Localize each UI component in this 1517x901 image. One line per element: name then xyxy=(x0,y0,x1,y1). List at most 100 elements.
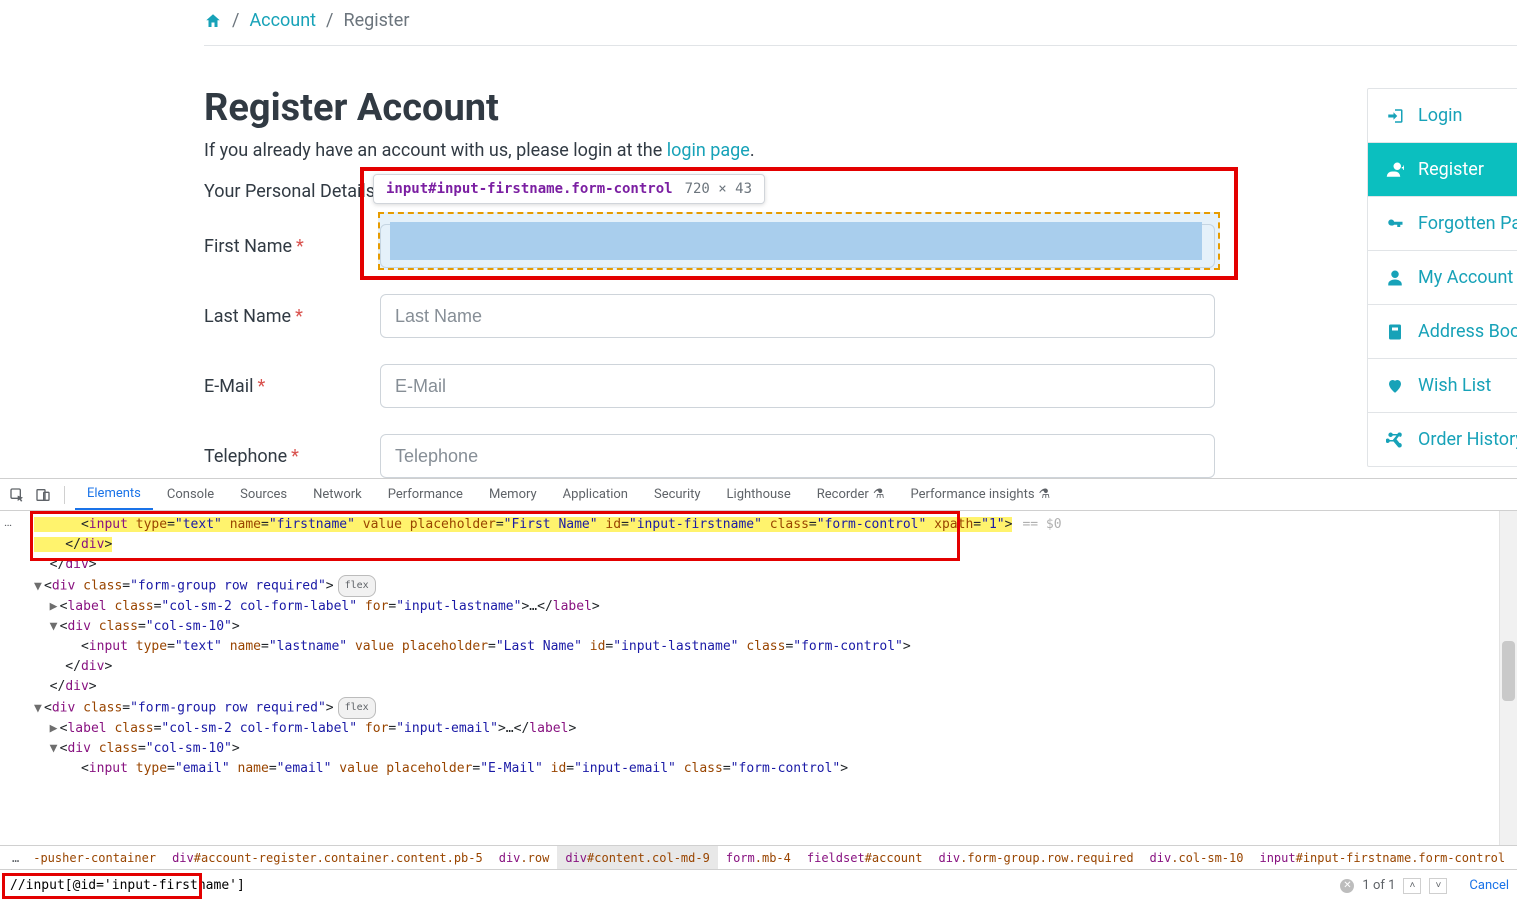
tab-application[interactable]: Application xyxy=(551,479,640,510)
sidebar-item-orderhistory[interactable]: Order History xyxy=(1368,413,1517,466)
devtools-toolbar: Elements Console Sources Network Perform… xyxy=(0,479,1517,511)
crumb-3[interactable]: div#content.col-md-9 xyxy=(557,846,718,869)
crumb-0[interactable]: -pusher-container xyxy=(25,846,164,869)
breadcrumb-register: Register xyxy=(343,10,409,31)
login-page-link[interactable]: login page xyxy=(667,140,750,161)
elements-search-bar: ✕ 1 of 1 ˄ ˅ Cancel xyxy=(0,869,1517,901)
label-lastname: Last Name* xyxy=(204,306,380,327)
tab-perf-insights-label: Performance insights xyxy=(910,487,1034,502)
label-telephone: Telephone* xyxy=(204,446,380,467)
tab-performance[interactable]: Performance xyxy=(376,479,475,510)
crumb-1[interactable]: div#account-register.container.content.p… xyxy=(164,846,491,869)
label-email-text: E-Mail xyxy=(204,376,253,397)
key-icon xyxy=(1386,215,1404,233)
label-firstname: First Name* xyxy=(204,236,380,257)
sidebar-item-label: Address Book xyxy=(1418,321,1517,342)
label-telephone-text: Telephone xyxy=(204,446,287,467)
device-toggle-icon[interactable] xyxy=(32,484,54,506)
breadcrumb-sep-1: / xyxy=(232,10,239,31)
input-lastname[interactable] xyxy=(380,294,1215,338)
breadcrumb: / Account / Register xyxy=(204,0,1517,46)
intro-suffix: . xyxy=(750,140,755,161)
flask-icon: ⚗ xyxy=(1039,487,1051,502)
tab-sources[interactable]: Sources xyxy=(228,479,299,510)
label-firstname-text: First Name xyxy=(204,236,292,257)
devtools-tabs: Elements Console Sources Network Perform… xyxy=(75,479,1062,510)
selection-indicator: == $0 xyxy=(1022,517,1061,532)
sidebar-item-addressbook[interactable]: Address Book xyxy=(1368,305,1517,359)
crumb-8[interactable]: input#input-firstname.form-control xyxy=(1251,846,1513,869)
inspect-tooltip-selector: input#input-firstname.form-control xyxy=(386,181,673,197)
home-icon xyxy=(204,12,222,30)
crumb-7[interactable]: div.col-sm-10 xyxy=(1142,846,1252,869)
input-email[interactable] xyxy=(380,364,1215,408)
tab-console[interactable]: Console xyxy=(155,479,226,510)
search-cancel-button[interactable]: Cancel xyxy=(1469,878,1509,893)
breadcrumb-home[interactable] xyxy=(204,12,222,30)
sidebar-item-forgotten[interactable]: Forgotten Pas xyxy=(1368,197,1517,251)
search-result-count: 1 of 1 xyxy=(1362,878,1395,893)
crumb-6[interactable]: div.form-group.row.required xyxy=(930,846,1141,869)
sidebar-item-wishlist[interactable]: Wish List xyxy=(1368,359,1517,413)
tab-perf-insights[interactable]: Performance insights ⚗ xyxy=(898,479,1062,510)
search-prev-icon[interactable]: ˄ xyxy=(1403,878,1421,894)
devtools-left-strip: … xyxy=(0,511,30,845)
crumb-4[interactable]: form.mb-4 xyxy=(718,846,799,869)
row-email: E-Mail* xyxy=(204,364,1517,408)
crumb-2[interactable]: div.row xyxy=(491,846,558,869)
crumb-5[interactable]: fieldset#account xyxy=(799,846,931,869)
toolbar-divider xyxy=(64,486,65,504)
required-mark: * xyxy=(296,236,304,257)
book-icon xyxy=(1386,323,1404,341)
elements-highlighted-line: <input type="text" name="firstname" valu… xyxy=(34,517,1012,532)
tab-recorder[interactable]: Recorder ⚗ xyxy=(805,479,897,510)
tab-recorder-label: Recorder xyxy=(817,487,869,502)
page-title: Register Account xyxy=(204,86,1517,130)
sidebar-item-myaccount[interactable]: My Account xyxy=(1368,251,1517,305)
tab-memory[interactable]: Memory xyxy=(477,479,549,510)
row-firstname: First Name* xyxy=(204,224,1517,268)
tab-lighthouse[interactable]: Lighthouse xyxy=(715,479,803,510)
clear-search-icon[interactable]: ✕ xyxy=(1340,879,1354,893)
sidebar-item-label: Wish List xyxy=(1418,375,1491,396)
breadcrumb-sep-2: / xyxy=(326,10,333,31)
heart-icon xyxy=(1386,377,1404,395)
sidebar-item-label: Order History xyxy=(1418,429,1517,450)
crumb-overflow-right[interactable]: … xyxy=(1513,851,1517,865)
elements-html-tree[interactable]: <input type="text" name="firstname" valu… xyxy=(30,511,1499,845)
required-mark: * xyxy=(257,376,265,397)
user-plus-icon xyxy=(1386,161,1404,179)
elements-breadcrumb[interactable]: … -pusher-container div#account-register… xyxy=(0,845,1517,869)
sidebar-item-register[interactable]: Register xyxy=(1368,143,1517,197)
share-icon xyxy=(1386,431,1404,449)
login-icon xyxy=(1386,107,1404,125)
tab-elements[interactable]: Elements xyxy=(75,479,153,510)
elements-search-input[interactable] xyxy=(8,875,408,897)
tab-security[interactable]: Security xyxy=(642,479,713,510)
inspect-element-icon[interactable] xyxy=(6,484,28,506)
row-lastname: Last Name* xyxy=(204,294,1517,338)
sidebar-item-login[interactable]: Login xyxy=(1368,89,1517,143)
sidebar-item-label: My Account xyxy=(1418,267,1513,288)
tab-network[interactable]: Network xyxy=(301,479,374,510)
user-icon xyxy=(1386,269,1404,287)
crumb-overflow[interactable]: … xyxy=(6,851,25,865)
devtools-panel: Elements Console Sources Network Perform… xyxy=(0,478,1517,901)
elements-scrollbar[interactable] xyxy=(1499,511,1517,845)
required-mark: * xyxy=(295,306,303,327)
breadcrumb-account[interactable]: Account xyxy=(249,10,316,31)
flask-icon: ⚗ xyxy=(873,487,885,502)
sidebar-item-label: Login xyxy=(1418,105,1462,126)
input-telephone[interactable] xyxy=(380,434,1215,478)
sidebar-item-label: Forgotten Pas xyxy=(1418,213,1517,234)
input-firstname[interactable] xyxy=(380,224,1215,268)
inspect-tooltip: input#input-firstname.form-control 720 ×… xyxy=(373,174,765,204)
flex-badge[interactable]: flex xyxy=(338,575,376,597)
intro-text: If you already have an account with us, … xyxy=(204,140,1517,161)
search-next-icon[interactable]: ˅ xyxy=(1429,878,1447,894)
row-telephone: Telephone* xyxy=(204,434,1517,478)
flex-badge[interactable]: flex xyxy=(338,697,376,719)
sidebar-item-label: Register xyxy=(1418,159,1484,180)
label-email: E-Mail* xyxy=(204,376,380,397)
scrollbar-thumb[interactable] xyxy=(1502,641,1515,701)
